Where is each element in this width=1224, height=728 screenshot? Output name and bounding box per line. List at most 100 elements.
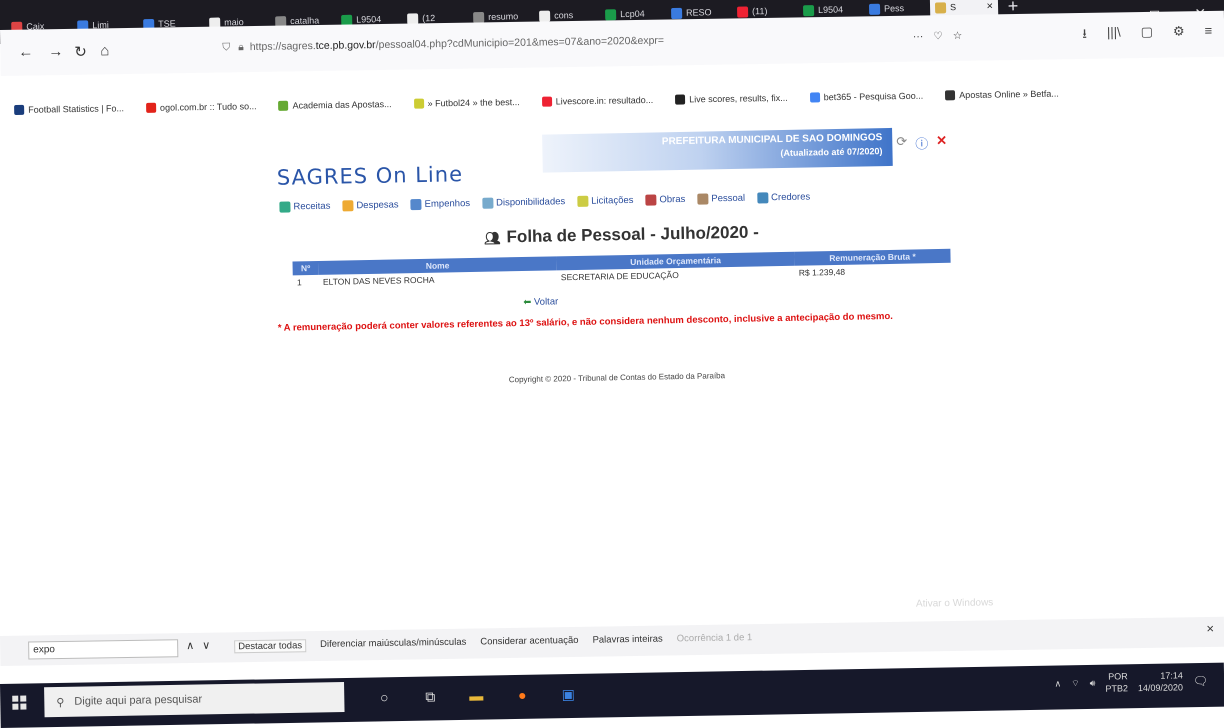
bookmark-star-icon[interactable]: ☆ — [953, 30, 963, 42]
tab-favicon-icon — [473, 11, 485, 23]
menu-item-licitacoes[interactable]: Licitações — [577, 194, 634, 207]
back-arrow-icon: ⬅︎ — [523, 296, 532, 309]
menu-icon[interactable]: ≡ — [1204, 23, 1212, 45]
notifications-icon[interactable]: 🗨︎ — [1193, 674, 1208, 688]
gross-pay: R$ 1.239,48 — [798, 266, 846, 278]
bookmark-label: Academia das Apostas... — [292, 99, 392, 111]
task-view-icon[interactable]: ⧉ — [416, 682, 444, 710]
reload-icon[interactable]: ↻ — [74, 43, 87, 61]
bookmark-favicon-icon — [945, 90, 956, 101]
cortana-icon[interactable]: ○ — [370, 683, 398, 711]
menu-item-despesas[interactable]: Despesas — [342, 199, 399, 212]
menu-item-pessoal[interactable]: Pessoal — [697, 193, 745, 205]
remuneration-note: * A remuneração poderá conter valores re… — [277, 310, 893, 334]
menu-item-label: Disponibilidades — [495, 196, 566, 209]
network-icon[interactable]: ⌔ — [1071, 678, 1080, 689]
sidebar-icon[interactable]: ▢ — [1141, 24, 1154, 46]
bookmark-item[interactable]: Livescore.in: resultado... — [541, 90, 653, 112]
help-icon[interactable]: ⓘ — [915, 133, 928, 152]
bookmark-favicon-icon — [675, 94, 686, 105]
tab-favicon-icon — [736, 5, 749, 18]
bookmark-label: » Futbol24 » the best... — [427, 97, 520, 109]
input-language[interactable]: POR PTB2 — [1105, 670, 1128, 694]
tab-label: Pess — [883, 3, 905, 14]
match-case-toggle[interactable]: Diferenciar maiúsculas/minúsculas — [320, 637, 466, 652]
bookmark-favicon-icon — [145, 102, 157, 113]
downloads-icon[interactable]: ⭳ — [1082, 25, 1087, 47]
library-icon[interactable]: |||\ — [1107, 24, 1121, 46]
find-options: Destacar todas Diferenciar maiúsculas/mi… — [234, 632, 753, 654]
back-link[interactable]: ⬅︎ Voltar — [523, 296, 558, 308]
bookmark-label: Live scores, results, fix... — [689, 92, 788, 105]
volume-icon[interactable]: 🔊︎ — [1090, 677, 1096, 688]
menu-item-label: Obras — [659, 193, 686, 206]
pocket-icon[interactable]: ♡ — [933, 30, 943, 42]
tab-favicon-icon — [539, 10, 551, 22]
find-status: Ocorrência 1 de 1 — [676, 632, 753, 645]
firefox-icon[interactable]: ● — [508, 681, 536, 709]
highlight-all-toggle[interactable]: Destacar todas — [234, 639, 307, 654]
url-path: /pessoal04.php?cdMunicipio=201&mes=07&an… — [375, 34, 665, 52]
forward-icon[interactable]: → — [48, 43, 63, 60]
menu-item-empenhos[interactable]: Empenhos — [410, 198, 470, 211]
menu-item-receitas[interactable]: Receitas — [279, 201, 331, 213]
bookmark-item[interactable]: Football Statistics | Fo... — [14, 98, 124, 120]
bookmark-item[interactable]: Academia das Apostas... — [278, 94, 392, 116]
match-diacritics-toggle[interactable]: Considerar acentuação — [480, 635, 578, 650]
clock[interactable]: 17:14 14/09/2020 — [1138, 669, 1183, 694]
banner-updated: (Atualizado até 07/2020) — [780, 146, 883, 159]
copyright: Copyright © 2020 - Tribunal de Contas do… — [508, 371, 726, 385]
find-input[interactable]: expo — [28, 639, 179, 660]
find-next-icon[interactable]: ∨ — [202, 639, 210, 652]
tab-favicon-icon — [671, 7, 683, 19]
menu-item-label: Licitações — [591, 194, 634, 207]
tray-arrow-icon[interactable]: ∧ — [1055, 678, 1062, 689]
menu-item-icon — [757, 192, 769, 204]
menu-item-credores[interactable]: Credores — [757, 191, 810, 204]
close-find-icon[interactable]: × — [1206, 621, 1214, 636]
find-previous-icon[interactable]: ∧ — [186, 639, 194, 652]
banner-title: PREFEITURA MUNICIPAL DE SAO DOMINGOS — [661, 132, 883, 148]
municipality-banner: PREFEITURA MUNICIPAL DE SAO DOMINGOS (At… — [542, 127, 893, 173]
menu-item-disponibilidades[interactable]: Disponibilidades — [481, 196, 566, 209]
close-icon[interactable]: ✕ — [936, 133, 947, 152]
row-number: 1 — [296, 277, 302, 288]
tab-favicon-icon — [868, 3, 881, 15]
bookmark-item[interactable]: ogol.com.br :: Tudo so... — [145, 96, 257, 118]
menu-item-icon — [410, 198, 422, 211]
menu-item-obras[interactable]: Obras — [645, 194, 685, 206]
sagres-logo: SAGRES On Line — [276, 162, 464, 190]
bookmark-item[interactable]: Live scores, results, fix... — [675, 88, 788, 110]
menu-item-icon — [481, 197, 494, 209]
whole-words-toggle[interactable]: Palavras inteiras — [592, 634, 662, 648]
tab-label: cons — [554, 10, 574, 21]
bookmark-item[interactable]: Apostas Online » Betfa... — [945, 84, 1059, 106]
column-header-number[interactable]: Nº — [292, 260, 319, 276]
page-actions-icon[interactable]: ··· — [913, 30, 924, 42]
file-explorer-icon[interactable]: ▬ — [462, 681, 490, 709]
tab-favicon-icon — [605, 8, 617, 20]
word-icon[interactable]: ▣ — [554, 680, 582, 708]
tab-label: resumo — [488, 11, 519, 22]
refresh-icon[interactable]: ⟳ — [896, 134, 907, 153]
windows-taskbar: ⚲ Digite aqui para pesquisar ○ ⧉ ▬ ● ▣ ∧… — [0, 662, 1224, 728]
bookmark-favicon-icon — [278, 100, 289, 111]
bookmarks-bar: Football Statistics | Fo... ogol.com.br :… — [14, 81, 1214, 120]
bookmark-item[interactable]: bet365 - Pesquisa Goo... — [809, 86, 924, 108]
find-bar: expo ∧ ∨ Destacar todas Diferenciar maiú… — [0, 616, 1224, 666]
taskbar-apps: ○ ⧉ ▬ ● ▣ — [370, 680, 582, 712]
windows-start-icon[interactable] — [12, 695, 27, 710]
menu-item-icon — [697, 193, 709, 205]
bookmark-favicon-icon — [14, 104, 25, 115]
home-icon[interactable]: ⌂ — [100, 42, 109, 59]
address-bar[interactable]: ⛉ 🔒︎ https://sagres. tce.pb.gov.br /pess… — [222, 23, 962, 61]
back-icon[interactable]: ← — [18, 43, 33, 60]
bookmark-item[interactable]: » Futbol24 » the best... — [413, 92, 520, 114]
page-title: 👥︎ Folha de Pessoal - Julho/2020 - — [483, 222, 759, 247]
close-tab-icon[interactable]: × — [986, 0, 993, 12]
bookmark-label: ogol.com.br :: Tudo so... — [159, 101, 257, 113]
taskbar-search[interactable]: ⚲ Digite aqui para pesquisar — [44, 681, 345, 718]
tab-favicon-icon — [802, 4, 815, 16]
extensions-icon[interactable]: ⚙ — [1173, 23, 1185, 45]
lock-icon: 🔒︎ — [238, 40, 244, 53]
